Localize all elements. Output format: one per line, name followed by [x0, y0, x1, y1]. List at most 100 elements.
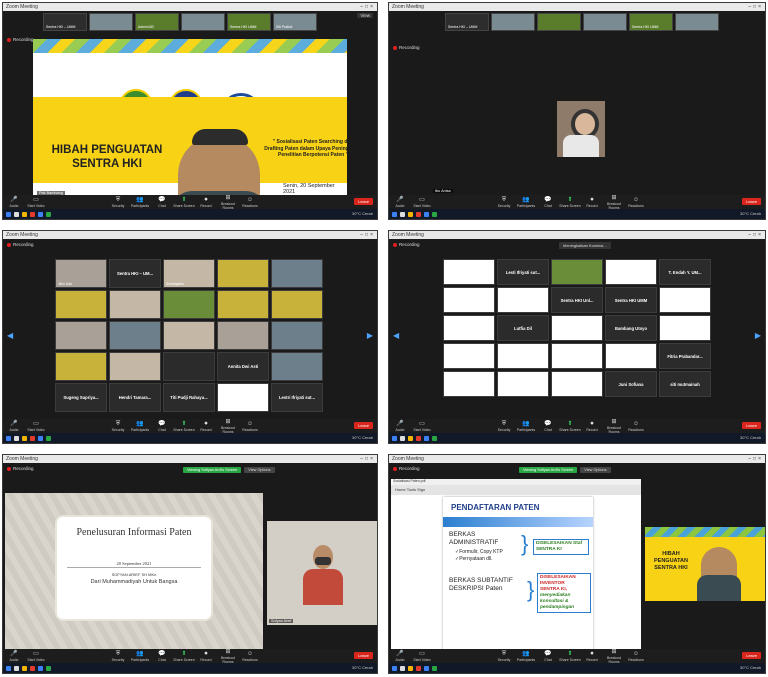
- window-controls[interactable]: –□×: [360, 4, 375, 10]
- zoom-icon[interactable]: [38, 435, 43, 441]
- chrome-icon[interactable]: [30, 211, 35, 217]
- share-screen-button[interactable]: ⬆ Share Screen: [559, 421, 581, 432]
- participant-tile[interactable]: [217, 259, 269, 288]
- participant-tile[interactable]: [217, 383, 269, 412]
- participant-tile[interactable]: [605, 343, 657, 369]
- breakout-button[interactable]: ⊞ Breakout Rooms: [217, 419, 239, 434]
- participant-tile[interactable]: Lutfia Dil: [497, 315, 549, 341]
- prev-page-icon[interactable]: ◀: [393, 331, 399, 340]
- participant-tile[interactable]: [551, 343, 603, 369]
- participant-tile[interactable]: [659, 287, 711, 313]
- participant-tile[interactable]: [443, 343, 495, 369]
- audio-button[interactable]: 🎤 Audio: [3, 197, 25, 208]
- thumbnail[interactable]: Admin/UB: [135, 13, 179, 31]
- record-button[interactable]: ⏺ Record: [581, 197, 603, 208]
- window-controls[interactable]: –□×: [748, 4, 763, 10]
- video-button[interactable]: ▭ Start Video: [411, 651, 433, 662]
- participant-tile[interactable]: T. Endah Y. UM...: [659, 259, 711, 285]
- chrome-icon[interactable]: [416, 435, 421, 441]
- share-screen-button[interactable]: ⬆ Share Screen: [173, 421, 195, 432]
- participant-tile[interactable]: [443, 259, 495, 285]
- reactions-button[interactable]: ☺ Reactions: [625, 651, 647, 662]
- participant-tile[interactable]: Jihin Uda: [55, 259, 107, 288]
- participant-tile[interactable]: Annita Dwi Asti: [217, 352, 269, 381]
- participant-tile[interactable]: Sugeng Supriya...: [55, 383, 107, 412]
- thumbnail[interactable]: [583, 13, 627, 31]
- zoom-icon[interactable]: [424, 665, 429, 671]
- participant-tile[interactable]: [217, 321, 269, 350]
- record-button[interactable]: ⏺ Record: [195, 421, 217, 432]
- start-icon[interactable]: [6, 211, 11, 217]
- security-button[interactable]: ⛨ Security: [493, 197, 515, 208]
- thumbnail[interactable]: [537, 13, 581, 31]
- participant-tile[interactable]: [551, 371, 603, 397]
- thumbnail[interactable]: [675, 13, 719, 31]
- leave-button[interactable]: Leave: [742, 198, 761, 205]
- participant-tile[interactable]: [443, 287, 495, 313]
- security-button[interactable]: ⛨ Security: [493, 421, 515, 432]
- participants-button[interactable]: 👥 Participants: [129, 421, 151, 432]
- participant-tile[interactable]: [163, 290, 215, 319]
- participant-tile[interactable]: [271, 259, 323, 288]
- leave-button[interactable]: Leave: [742, 422, 761, 429]
- start-icon[interactable]: [6, 435, 11, 441]
- window-controls[interactable]: –□×: [748, 456, 763, 462]
- next-page-icon[interactable]: ▶: [367, 331, 373, 340]
- view-options-button[interactable]: View Options: [244, 467, 275, 473]
- leave-button[interactable]: Leave: [742, 652, 761, 659]
- excel-icon[interactable]: [46, 435, 51, 441]
- record-button[interactable]: ⏺ Record: [195, 651, 217, 662]
- breakout-button[interactable]: ⊞ Breakout Rooms: [603, 419, 625, 434]
- chrome-icon[interactable]: [416, 665, 421, 671]
- thumbnail[interactable]: Sentra HKI UMM: [629, 13, 673, 31]
- participants-button[interactable]: 👥 Participants: [515, 197, 537, 208]
- participants-button[interactable]: 👥 Participants: [129, 651, 151, 662]
- chat-button[interactable]: 💬 Chat: [151, 421, 173, 432]
- thumbnail[interactable]: Sentra HKI UMM: [227, 13, 271, 31]
- participant-tile[interactable]: Sentrapaten: [163, 259, 215, 288]
- audio-button[interactable]: 🎤 Audio: [389, 197, 411, 208]
- participant-tile[interactable]: [659, 315, 711, 341]
- security-button[interactable]: ⛨ Security: [493, 651, 515, 662]
- reactions-button[interactable]: ☺ Reactions: [239, 197, 261, 208]
- participants-button[interactable]: 👥 Participants: [515, 421, 537, 432]
- reactions-button[interactable]: ☺ Reactions: [239, 421, 261, 432]
- participant-tile[interactable]: [217, 290, 269, 319]
- security-button[interactable]: ⛨ Security: [107, 197, 129, 208]
- participant-tile[interactable]: [497, 343, 549, 369]
- view-options-button[interactable]: View Options: [580, 467, 611, 473]
- breakout-button[interactable]: ⊞ Breakout Rooms: [217, 649, 239, 664]
- participant-tile[interactable]: [163, 352, 215, 381]
- record-button[interactable]: ⏺ Record: [195, 197, 217, 208]
- pdf-toolbar[interactable]: Home Tools Sign: [391, 485, 641, 495]
- leave-button[interactable]: Leave: [354, 198, 373, 205]
- reactions-button[interactable]: ☺ Reactions: [625, 197, 647, 208]
- next-page-icon[interactable]: ▶: [755, 331, 761, 340]
- breakout-button[interactable]: ⊞ Breakout Rooms: [603, 649, 625, 664]
- window-controls[interactable]: –□×: [360, 456, 375, 462]
- audio-button[interactable]: 🎤 Audio: [3, 421, 25, 432]
- video-button[interactable]: ▭ Start Video: [25, 421, 47, 432]
- record-button[interactable]: ⏺ Record: [581, 651, 603, 662]
- folder-icon[interactable]: [408, 435, 413, 441]
- participant-tile[interactable]: Lestri Ifriyati sut...: [271, 383, 323, 412]
- participant-tile[interactable]: Sentra HKI Unl...: [551, 287, 603, 313]
- security-button[interactable]: ⛨ Security: [107, 421, 129, 432]
- participant-tile[interactable]: [443, 315, 495, 341]
- zoom-icon[interactable]: [38, 665, 43, 671]
- participant-tile[interactable]: siti mutmainah: [659, 371, 711, 397]
- zoom-icon[interactable]: [38, 211, 43, 217]
- participant-tile[interactable]: [551, 315, 603, 341]
- security-button[interactable]: ⛨ Security: [107, 651, 129, 662]
- folder-icon[interactable]: [408, 665, 413, 671]
- chat-button[interactable]: 💬 Chat: [151, 651, 173, 662]
- chrome-icon[interactable]: [30, 435, 35, 441]
- audio-button[interactable]: 🎤 Audio: [389, 421, 411, 432]
- window-controls[interactable]: –□×: [748, 232, 763, 238]
- start-icon[interactable]: [6, 665, 11, 671]
- chat-button[interactable]: 💬 Chat: [537, 651, 559, 662]
- leave-button[interactable]: Leave: [354, 422, 373, 429]
- search-icon[interactable]: [14, 211, 19, 217]
- thumbnail[interactable]: [181, 13, 225, 31]
- folder-icon[interactable]: [22, 211, 27, 217]
